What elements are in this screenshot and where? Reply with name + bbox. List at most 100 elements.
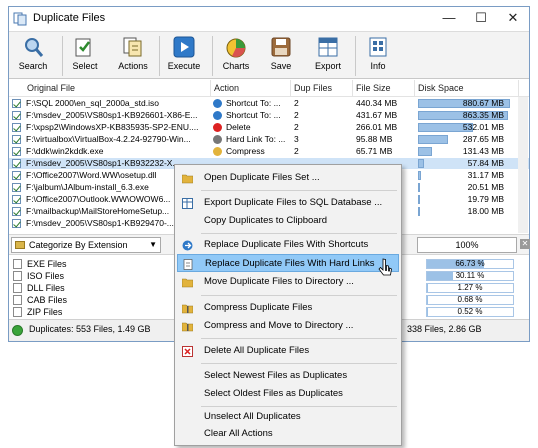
cell-disk-space: 863.35 MB	[462, 110, 504, 120]
col-action[interactable]: Action	[211, 80, 291, 97]
cell-action: Delete	[226, 122, 251, 132]
cell-disk-space: 18.00 MB	[467, 206, 504, 216]
toolbar-divider	[159, 36, 160, 76]
menu-compress-move[interactable]: Compress and Move to Directory ...	[177, 317, 399, 335]
menu-separator	[201, 338, 397, 339]
compress-icon	[213, 147, 222, 156]
row-checkbox[interactable]	[12, 159, 21, 168]
folder-open-icon	[182, 174, 193, 184]
menu-unselect-all[interactable]: Unselect All Duplicates	[177, 408, 399, 426]
info-label: Info	[370, 61, 386, 71]
minimize-button[interactable]: —	[433, 7, 465, 29]
app-window: Duplicate Files — ☐ ✕ Search Select Acti…	[0, 0, 538, 448]
status-total: 338 Files, 2.86 GB	[407, 324, 482, 334]
menu-clear-actions-label: Clear All Actions	[204, 428, 273, 439]
info-icon	[369, 37, 387, 57]
category-percent-bar: 66.73 %	[426, 259, 514, 269]
row-checkbox[interactable]	[12, 207, 21, 216]
close-button[interactable]: ✕	[497, 7, 529, 29]
category-percent-bar: 30.11 %	[426, 271, 514, 281]
row-checkbox[interactable]	[12, 171, 21, 180]
cell-action: Shortcut To: ...	[226, 98, 281, 108]
file-type-icon	[13, 271, 22, 281]
menu-delete-all[interactable]: Delete All Duplicate Files	[177, 342, 399, 360]
cell-dup-files: 2	[294, 98, 299, 108]
cell-dup-files: 3	[294, 134, 299, 144]
col-original-file[interactable]: Original File	[24, 80, 211, 97]
table-row[interactable]: F:\msdev_2005\VS80sp1-KB926601-X86-E... S…	[9, 110, 529, 121]
execute-button[interactable]: Execute	[165, 34, 203, 78]
select-label: Select	[72, 61, 98, 71]
charts-button[interactable]: Charts	[217, 34, 255, 78]
cell-disk-space: 131.43 MB	[462, 146, 504, 156]
menu-compress[interactable]: Compress Duplicate Files	[177, 299, 399, 317]
cell-disk-space: 57.84 MB	[467, 158, 504, 168]
cell-file-size: 431.67 MB	[356, 110, 398, 120]
menu-replace-shortcuts[interactable]: Replace Duplicate Files With Shortcuts	[177, 236, 399, 254]
cell-original-file: F:\xpsp2\WindowsXP-KB835935-SP2-ENU....	[26, 122, 199, 132]
menu-clear-actions[interactable]: Clear All Actions	[177, 425, 399, 443]
category-name: CAB Files	[27, 295, 68, 305]
delete-icon	[213, 123, 222, 132]
row-checkbox[interactable]	[12, 195, 21, 204]
menu-separator	[201, 190, 397, 191]
menu-separator	[201, 363, 397, 364]
table-icon	[182, 198, 193, 209]
mouse-cursor-icon	[378, 258, 392, 276]
table-row[interactable]: F:\xpsp2\WindowsXP-KB835935-SP2-ENU.... D…	[9, 122, 529, 133]
cell-original-file: F:\ddk\win2kddk.exe	[26, 146, 104, 156]
category-percent-bar: 0.68 %	[426, 295, 514, 305]
move-folder-icon	[182, 278, 193, 288]
toolbar-divider	[212, 36, 213, 76]
status-duplicates: Duplicates: 553 Files, 1.49 GB	[29, 324, 151, 334]
actions-button[interactable]: Actions	[115, 34, 151, 78]
compress-move-icon	[182, 322, 193, 332]
menu-compress-move-label: Compress and Move to Directory ...	[204, 320, 354, 331]
row-checkbox[interactable]	[12, 219, 21, 228]
file-type-icon	[13, 283, 22, 293]
menu-delete-all-label: Delete All Duplicate Files	[204, 345, 310, 356]
menu-move-directory[interactable]: Move Duplicate Files to Directory ...	[177, 273, 399, 291]
info-button[interactable]: Info	[361, 34, 395, 78]
menu-select-newest[interactable]: Select Newest Files as Duplicates	[177, 367, 399, 385]
category-percent: 1.27 %	[457, 283, 483, 292]
cell-disk-space: 20.51 MB	[467, 182, 504, 192]
row-checkbox[interactable]	[12, 147, 21, 156]
export-button[interactable]: Export	[309, 34, 347, 78]
row-checkbox[interactable]	[12, 135, 21, 144]
cell-disk-space: 287.65 MB	[462, 134, 504, 144]
maximize-button[interactable]: ☐	[465, 7, 497, 29]
search-button[interactable]: Search	[13, 34, 53, 78]
cell-disk-space: 31.17 MB	[467, 170, 504, 180]
row-checkbox[interactable]	[12, 111, 21, 120]
cell-action: Hard Link To: ...	[226, 134, 286, 144]
cell-dup-files: 2	[294, 122, 299, 132]
table-row[interactable]: F:\ddk\win2kddk.exe Compress 2 65.71 MB 131.…	[9, 146, 529, 157]
cell-file-size: 266.01 MB	[356, 122, 398, 132]
table-row[interactable]: F:\SQL 2000\en_sql_2000a_std.iso Shortcut…	[9, 98, 529, 109]
row-checkbox[interactable]	[12, 183, 21, 192]
menu-export-sql[interactable]: Export Duplicate Files to SQL Database .…	[177, 194, 399, 212]
cell-original-file: F:\msdev_2005\VS80sp1-KB926601-X86-E...	[26, 110, 198, 120]
cell-file-size: 95.88 MB	[356, 134, 393, 144]
menu-select-oldest[interactable]: Select Oldest Files as Duplicates	[177, 385, 399, 403]
category-percent: 0.68 %	[457, 295, 483, 304]
menu-open-label: Open Duplicate Files Set ...	[204, 172, 320, 183]
menu-copy-clipboard[interactable]: Copy Duplicates to Clipboard	[177, 212, 399, 230]
grid-scrollbar[interactable]	[518, 97, 528, 233]
col-disk-space[interactable]: Disk Space	[415, 80, 519, 97]
table-row[interactable]: F:\virtualbox\VirtualBox-4.2.24-92790-Wi…	[9, 134, 529, 145]
menu-replace-hardlinks[interactable]: Replace Duplicate Files With Hard Links	[177, 254, 399, 272]
col-file-size[interactable]: File Size	[353, 80, 415, 97]
menu-copy-clipboard-label: Copy Duplicates to Clipboard	[204, 215, 328, 226]
menu-open-set[interactable]: Open Duplicate Files Set ...	[177, 169, 399, 187]
col-dup-files[interactable]: Dup Files	[291, 80, 353, 97]
file-type-icon	[13, 295, 22, 305]
row-checkbox[interactable]	[12, 123, 21, 132]
close-category-icon[interactable]: ✕	[520, 239, 530, 249]
row-checkbox[interactable]	[12, 99, 21, 108]
save-button[interactable]: Save	[265, 34, 297, 78]
select-button[interactable]: Select	[67, 34, 103, 78]
categorize-select[interactable]: Categorize By Extension ▼	[11, 237, 161, 253]
select-icon	[75, 38, 91, 57]
